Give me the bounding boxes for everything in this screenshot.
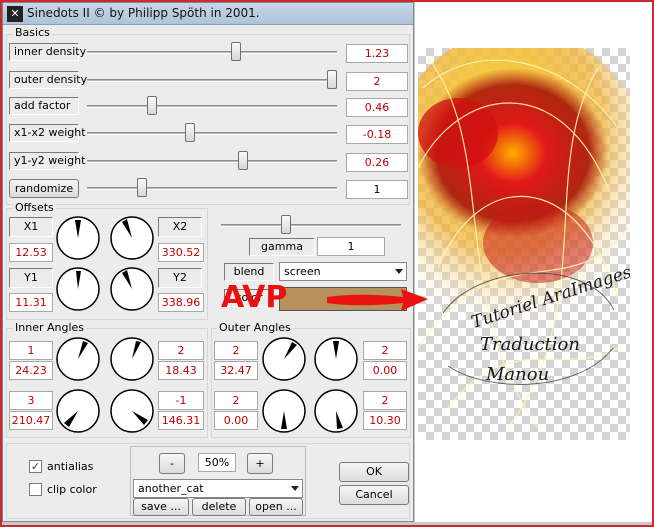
gamma-slider-track[interactable] [221,224,401,227]
outer-angle-3-top[interactable]: 2 [214,391,258,410]
y1-value[interactable]: 11.31 [9,293,53,312]
cancel-button[interactable]: Cancel [339,485,409,505]
x1-offset-dial[interactable] [55,215,101,261]
save-preset-button[interactable]: save ... [133,498,189,516]
x1-label: X1 [9,217,53,237]
x2-value[interactable]: 330.52 [158,243,204,262]
x1-x2-weight-slider-thumb[interactable] [185,123,196,142]
inner-angle-1-top[interactable]: 1 [9,341,53,360]
outer-angle-1-dial[interactable] [261,336,307,382]
outer-density-slider-track[interactable] [87,79,337,82]
inner-angle-3-bottom[interactable]: 210.47 [9,411,53,430]
inner-angle-4-bottom[interactable]: 146.31 [158,411,204,430]
outer-angle-2-top[interactable]: 2 [363,341,407,360]
x1-x2-weight-value[interactable]: -0.18 [346,125,408,144]
inner-angles-label: Inner Angles [13,321,87,334]
y1-y2-weight-value[interactable]: 0.26 [346,153,408,172]
basics-label: Basics [13,26,52,39]
preset-select[interactable]: another_cat [133,479,303,498]
x1-x2-weight-slider-track[interactable] [87,132,337,135]
randomize-button[interactable]: randomize [9,179,79,198]
y2-offset-dial[interactable] [109,266,155,312]
add-factor-slider-thumb[interactable] [147,96,157,115]
outer-angle-1-top[interactable]: 2 [214,341,258,360]
chevron-down-icon [395,269,403,274]
add-factor-value[interactable]: 0.46 [346,98,408,117]
randomize-value[interactable]: 1 [346,180,408,199]
clip-color-label: clip color [47,483,97,496]
outer-density-value[interactable]: 2 [346,72,408,91]
outer-angle-4-top[interactable]: 2 [363,391,407,410]
gamma-label: gamma [249,238,315,256]
blend-select[interactable]: screen [279,262,407,281]
chevron-down-icon [291,486,299,491]
randomize-slider-track[interactable] [87,187,337,190]
y2-value[interactable]: 338.96 [158,293,204,312]
outer-angle-4-dial[interactable] [313,388,359,434]
inner-angle-4-top[interactable]: -1 [158,391,204,410]
inner-angle-2-top[interactable]: 2 [158,341,204,360]
outer-angle-2-dial[interactable] [313,336,359,382]
title-bar: ✕ Sinedots II © by Philipp Spöth in 2001… [3,3,413,25]
add-factor-slider-track[interactable] [87,105,337,108]
inner-density-slider-thumb[interactable] [231,42,241,61]
antialias-label: antialias [47,460,94,473]
blend-label: blend [224,263,274,281]
y1-y2-weight-label: y1-y2 weight [9,152,85,170]
inner-density-value[interactable]: 1.23 [346,44,408,63]
outer-angle-4-bottom[interactable]: 10.30 [363,411,407,430]
x1-x2-weight-label: x1-x2 weight [9,124,86,142]
outer-angle-2-bottom[interactable]: 0.00 [363,361,407,380]
outer-angles-label: Outer Angles [217,321,293,334]
add-factor-label: add factor [9,97,79,115]
inner-density-label: inner density [9,43,86,61]
x2-offset-dial[interactable] [109,215,155,261]
ok-button[interactable]: OK [339,462,409,482]
preview-canvas: Tutoriel AraImages Traduction Manou [418,48,630,440]
randomize-slider-thumb[interactable] [137,178,148,197]
zoom-out-button[interactable]: - [159,453,185,474]
outer-density-slider-thumb[interactable] [327,70,337,89]
outer-angle-3-dial[interactable] [261,388,307,434]
delete-preset-button[interactable]: delete [192,498,246,516]
fractal-preview-image: Tutoriel AraImages Traduction Manou [418,48,630,429]
y1-y2-weight-slider-thumb[interactable] [238,151,249,170]
inner-angle-1-bottom[interactable]: 24.23 [9,361,53,380]
inner-angle-2-dial[interactable] [109,336,155,382]
clip-color-checkbox[interactable] [29,483,42,496]
outer-angle-3-bottom[interactable]: 0.00 [214,411,258,430]
antialias-checkbox[interactable]: ✓ [29,460,42,473]
x2-label: X2 [158,217,202,237]
pointer-arrow-icon [327,289,428,311]
plugin-window: ✕ Sinedots II © by Philipp Spöth in 2001… [2,2,428,522]
offsets-label: Offsets [13,201,56,214]
gamma-slider-thumb[interactable] [280,215,291,234]
window-title: Sinedots II © by Philipp Spöth in 2001. [27,6,260,20]
inner-angle-3-dial[interactable] [55,388,101,434]
inner-angle-4-dial[interactable] [109,388,155,434]
zoom-in-button[interactable]: + [247,453,273,474]
open-preset-button[interactable]: open ... [249,498,303,516]
app-icon: ✕ [7,6,23,22]
y2-label: Y2 [158,268,202,288]
blend-selected-value: screen [284,265,321,278]
inner-angle-2-bottom[interactable]: 18.43 [158,361,204,380]
watermark-text: AVP [221,280,288,315]
caption-line-2: Traduction [480,334,580,355]
inner-density-slider-track[interactable] [87,51,337,54]
x1-value[interactable]: 12.53 [9,243,53,262]
y1-label: Y1 [9,268,53,288]
gamma-value[interactable]: 1 [317,237,385,256]
inner-angle-3-top[interactable]: 3 [9,391,53,410]
y1-offset-dial[interactable] [55,266,101,312]
outer-density-label: outer density [9,71,87,89]
y1-y2-weight-slider-track[interactable] [87,160,337,163]
outer-angle-1-bottom[interactable]: 32.47 [214,361,258,380]
inner-angle-1-dial[interactable] [55,336,101,382]
zoom-level: 50% [198,453,236,472]
caption-line-3: Manou [485,364,549,385]
preset-selected-value: another_cat [138,482,204,495]
